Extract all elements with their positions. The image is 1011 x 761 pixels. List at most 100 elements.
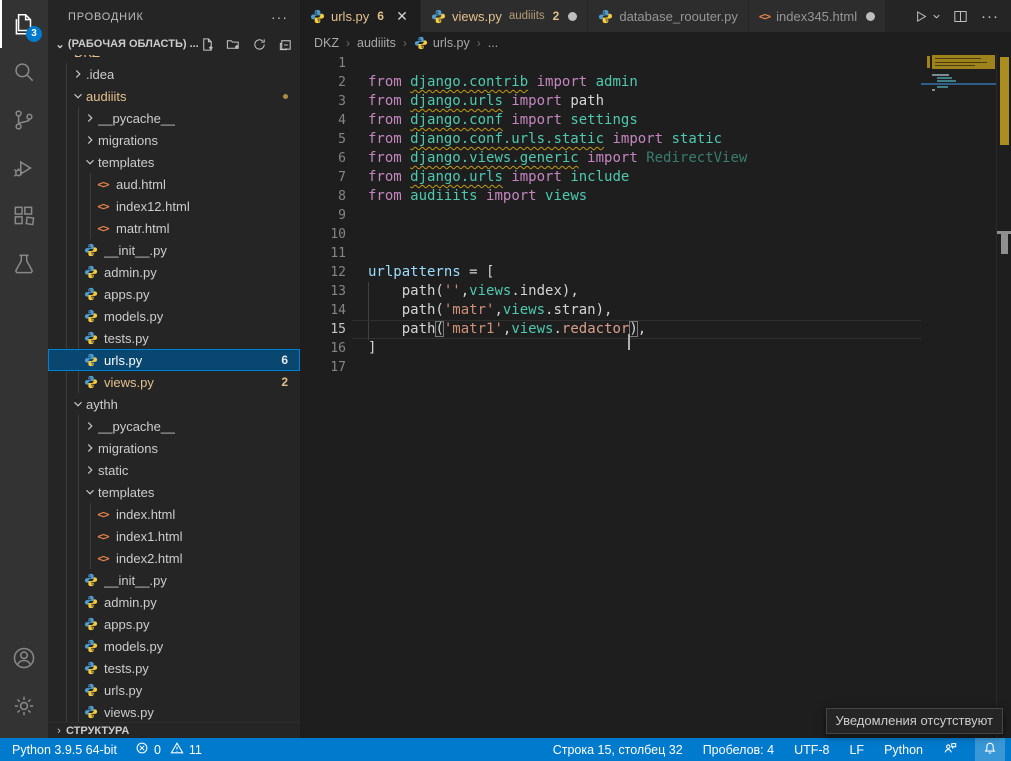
workspace-section-header[interactable]: ⌄ (РАБОЧАЯ ОБЛАСТЬ) ... — [48, 33, 300, 55]
more-actions-icon[interactable]: ··· — [977, 3, 1003, 29]
activity-settings-gear-icon[interactable] — [0, 682, 48, 730]
tree-file-tests-py[interactable]: tests.py — [48, 657, 300, 679]
status-python-interpreter[interactable]: Python 3.9.5 64-bit — [10, 738, 119, 761]
tree-item-label: aud.html — [116, 177, 166, 192]
code-line-17[interactable]: 17 — [300, 358, 1011, 377]
activity-account-icon[interactable] — [0, 634, 48, 682]
tree-file-index2-html[interactable]: <>index2.html — [48, 547, 300, 569]
tree-file-matr-html[interactable]: <>matr.html — [48, 217, 300, 239]
tree-folder--pycache-[interactable]: __pycache__ — [48, 415, 300, 437]
status-eol[interactable]: LF — [847, 738, 866, 761]
tree-item-label: migrations — [98, 133, 158, 148]
tree-file-index12-html[interactable]: <>index12.html — [48, 195, 300, 217]
modified-dot-icon[interactable] — [568, 12, 577, 21]
code-line-14[interactable]: 14 path('matr',views.stran), — [300, 301, 1011, 320]
status-cursor-position[interactable]: Строка 15, столбец 32 — [551, 738, 685, 761]
tree-file-apps-py[interactable]: apps.py — [48, 613, 300, 635]
tab-views-py[interactable]: views.pyaudiiits2 — [421, 0, 588, 32]
tree-file-urls-py[interactable]: urls.py — [48, 679, 300, 701]
tree-folder-templates[interactable]: templates — [48, 151, 300, 173]
activity-run-debug-icon[interactable] — [0, 144, 48, 192]
tree-file-apps-py[interactable]: apps.py — [48, 283, 300, 305]
code-line-15[interactable]: 15 path('matr1',views.redactor), — [300, 320, 1011, 339]
breadcrumb-item[interactable]: audiiits — [357, 36, 396, 50]
code-line-8[interactable]: 8from audiiits import views — [300, 187, 1011, 206]
code-line-3[interactable]: 3from django.urls import path — [300, 92, 1011, 111]
breadcrumb-item[interactable]: ... — [488, 36, 498, 50]
tree-file-index-html[interactable]: <>index.html — [48, 503, 300, 525]
line-number: 7 — [300, 168, 352, 187]
breadcrumb-item[interactable]: urls.py — [414, 36, 470, 50]
run-dropdown-chevron-icon[interactable] — [929, 3, 943, 29]
tree-folder-dkz[interactable]: DKZ — [48, 55, 300, 63]
tree-file-admin-py[interactable]: admin.py — [48, 591, 300, 613]
overview-ruler[interactable] — [996, 53, 1011, 738]
code-line-7[interactable]: 7from django.urls import include — [300, 168, 1011, 187]
tree-file-urls-py[interactable]: urls.py6 — [48, 349, 300, 371]
tree-file-aud-html[interactable]: <>aud.html — [48, 173, 300, 195]
python-file-icon — [82, 572, 100, 588]
tree-folder--idea[interactable]: .idea — [48, 63, 300, 85]
code-line-1[interactable]: 1 — [300, 54, 1011, 73]
python-file-icon — [310, 9, 325, 24]
tree-folder-static[interactable]: static — [48, 459, 300, 481]
activity-testing-icon[interactable] — [0, 240, 48, 288]
code-line-13[interactable]: 13 path('',views.index), — [300, 282, 1011, 301]
code-line-4[interactable]: 4from django.conf import settings — [300, 111, 1011, 130]
code-line-12[interactable]: 12urlpatterns = [ — [300, 263, 1011, 282]
code-line-5[interactable]: 5from django.conf.urls.static import sta… — [300, 130, 1011, 149]
tree-file--init-py[interactable]: __init__.py — [48, 569, 300, 591]
close-icon[interactable]: ✕ — [394, 8, 410, 25]
new-folder-icon[interactable] — [224, 35, 242, 53]
sidebar-more-actions-icon[interactable]: ··· — [271, 9, 288, 25]
code-line-9[interactable]: 9 — [300, 206, 1011, 225]
tab-bar: urls.py6✕views.pyaudiiits2database_roout… — [300, 0, 1011, 32]
tree-file--init-py[interactable]: __init__.py — [48, 239, 300, 261]
tree-folder-audiiits[interactable]: audiiits — [48, 85, 300, 107]
tree-folder-aythh[interactable]: aythh — [48, 393, 300, 415]
status-notifications[interactable] — [975, 738, 1005, 761]
refresh-icon[interactable] — [250, 35, 268, 53]
activity-source-control-icon[interactable] — [0, 96, 48, 144]
tab-urls-py[interactable]: urls.py6✕ — [300, 0, 421, 32]
tree-folder--pycache-[interactable]: __pycache__ — [48, 107, 300, 129]
minimap-mark — [935, 58, 981, 59]
tree-file-views-py[interactable]: views.py2 — [48, 371, 300, 393]
code-line-6[interactable]: 6from django.views.generic import Redire… — [300, 149, 1011, 168]
tree-folder-templates[interactable]: templates — [48, 481, 300, 503]
status-encoding[interactable]: UTF-8 — [792, 738, 831, 761]
activity-extensions-icon[interactable] — [0, 192, 48, 240]
tree-file-models-py[interactable]: models.py — [48, 305, 300, 327]
tree-file-tests-py[interactable]: tests.py — [48, 327, 300, 349]
line-number: 13 — [300, 282, 352, 301]
code-line-10[interactable]: 10 — [300, 225, 1011, 244]
tree-file-models-py[interactable]: models.py — [48, 635, 300, 657]
code-line-11[interactable]: 11 — [300, 244, 1011, 263]
code-editor[interactable]: 12from django.contrib import admin3from … — [300, 54, 1011, 738]
status-problems[interactable]: 011 — [133, 738, 204, 761]
status-feedback[interactable] — [941, 738, 959, 761]
breadcrumb-item[interactable]: DKZ — [314, 36, 339, 50]
python-file-icon — [82, 374, 100, 390]
explorer-badge: 3 — [26, 26, 42, 42]
code-line-16[interactable]: 16] — [300, 339, 1011, 358]
status-indentation[interactable]: Пробелов: 4 — [701, 738, 776, 761]
code-line-2[interactable]: 2from django.contrib import admin — [300, 73, 1011, 92]
tree-folder-migrations[interactable]: migrations — [48, 437, 300, 459]
activity-search-icon[interactable] — [0, 48, 48, 96]
status-language-mode[interactable]: Python — [882, 738, 925, 761]
split-editor-icon[interactable] — [947, 3, 973, 29]
tab-index345-html[interactable]: <>index345.html — [749, 0, 886, 32]
tab-database-roouter-py[interactable]: database_roouter.py — [588, 0, 749, 32]
new-file-icon[interactable] — [198, 35, 216, 53]
minimap[interactable] — [921, 53, 996, 738]
code-line-content: ] — [352, 339, 921, 358]
activity-explorer-icon[interactable]: 3 — [0, 0, 48, 48]
tree-file-admin-py[interactable]: admin.py — [48, 261, 300, 283]
collapse-all-icon[interactable] — [276, 35, 294, 53]
tree-folder-migrations[interactable]: migrations — [48, 129, 300, 151]
tree-file-views-py[interactable]: views.py — [48, 701, 300, 722]
outline-section-header[interactable]: › СТРУКТУРА — [48, 722, 300, 738]
modified-dot-icon[interactable] — [866, 12, 875, 21]
tree-file-index1-html[interactable]: <>index1.html — [48, 525, 300, 547]
